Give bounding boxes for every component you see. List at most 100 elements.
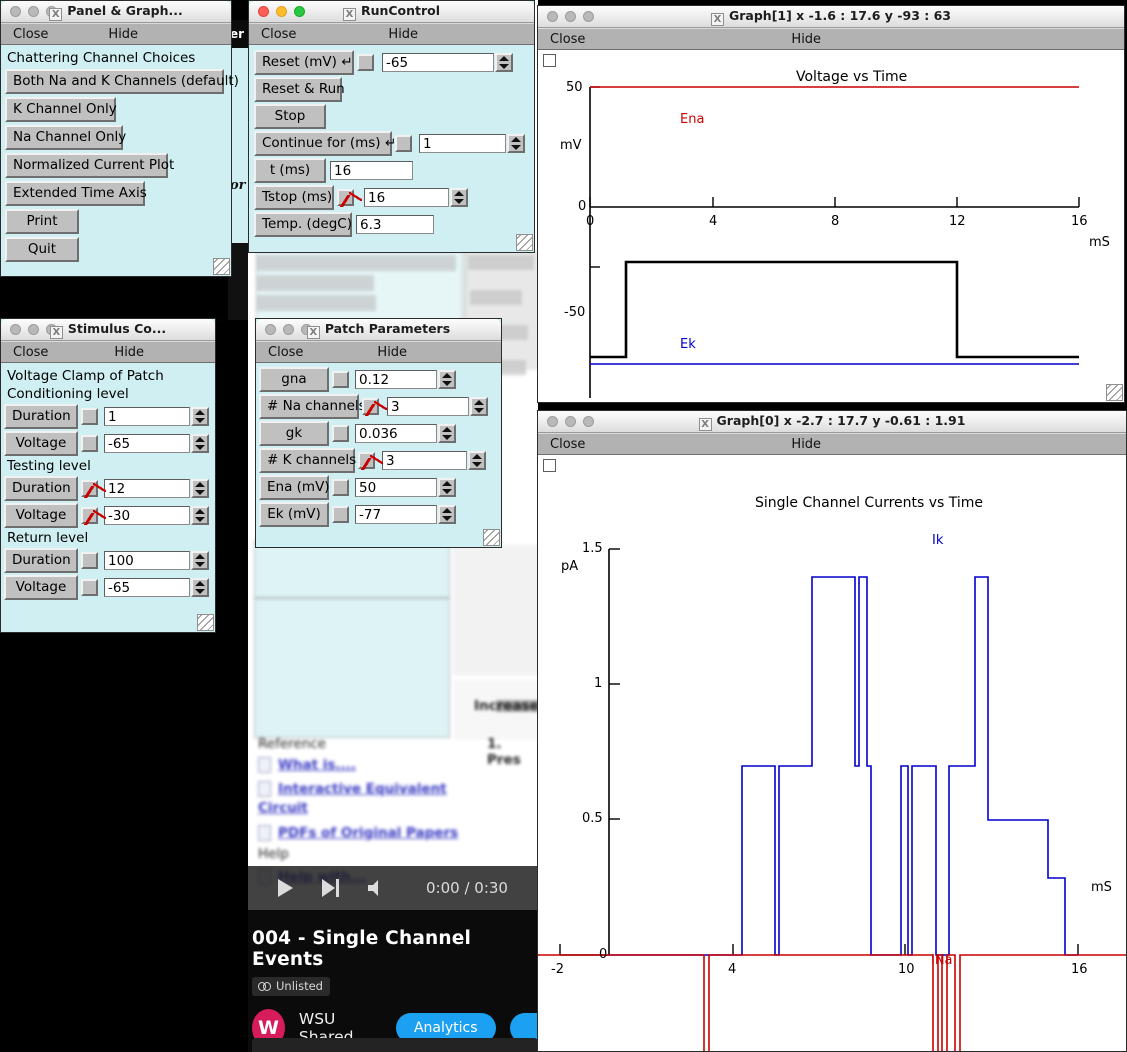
button-ena[interactable]: Ena (mV): [259, 475, 330, 500]
checkbox-tstop[interactable]: [337, 189, 362, 207]
zoom-dot[interactable]: [294, 6, 305, 17]
button-conditioning-duration[interactable]: Duration: [4, 404, 78, 429]
patch-parameters-window[interactable]: X Patch Parameters Close Hide gna 0.12 # …: [255, 318, 502, 548]
patch-menubar[interactable]: Close Hide: [256, 341, 501, 363]
spinner-conditioning-duration[interactable]: [191, 407, 209, 426]
menu-close[interactable]: Close: [5, 27, 56, 42]
spinner-tstop[interactable]: [450, 188, 468, 207]
field-na-channels[interactable]: 3: [387, 397, 469, 416]
menu-close[interactable]: Close: [260, 345, 311, 360]
button-reset-mv[interactable]: Reset (mV) ↵: [254, 50, 354, 75]
menu-hide[interactable]: Hide: [369, 345, 415, 360]
button-stop[interactable]: Stop: [254, 104, 326, 129]
checkbox-na-channels[interactable]: [362, 398, 387, 416]
menu-close[interactable]: Close: [542, 32, 593, 47]
field-k-channels[interactable]: 3: [382, 451, 467, 470]
checkbox-testing-voltage[interactable]: [81, 507, 106, 525]
menu-hide[interactable]: Hide: [106, 345, 152, 360]
spinner-conditioning-voltage[interactable]: [191, 434, 209, 453]
field-continue-for[interactable]: 1: [419, 134, 506, 153]
menu-hide[interactable]: Hide: [100, 27, 146, 42]
zoom-dot[interactable]: [301, 324, 312, 335]
field-ena[interactable]: 50: [355, 478, 437, 497]
checkbox-ek[interactable]: [332, 506, 349, 523]
spinner-testing-voltage[interactable]: [191, 506, 209, 525]
close-dot[interactable]: [265, 324, 276, 335]
runcontrol-window[interactable]: X RunControl Close Hide Reset (mV) ↵ -65 …: [248, 0, 535, 253]
button-conditioning-voltage[interactable]: Voltage: [4, 431, 78, 456]
button-print[interactable]: Print: [5, 209, 79, 234]
field-conditioning-voltage[interactable]: -65: [104, 434, 190, 453]
resize-grip[interactable]: [483, 529, 500, 546]
button-tstop[interactable]: Tstop (ms): [254, 185, 334, 210]
field-conditioning-duration[interactable]: 1: [104, 407, 190, 426]
checkbox-continue-for[interactable]: [395, 135, 412, 152]
field-temp-degc[interactable]: 6.3: [356, 215, 434, 234]
minimize-dot[interactable]: [28, 6, 39, 17]
graph0-canvas[interactable]: Single Channel Currents vs Time Ik INa p…: [538, 455, 1126, 1051]
button-na-channel-only[interactable]: Na Channel Only: [5, 125, 126, 150]
graph1-window[interactable]: X Graph[1] x -1.6 : 17.6 y -93 : 63 Close…: [537, 5, 1125, 403]
resize-grip[interactable]: [516, 234, 533, 251]
play-icon[interactable]: [276, 878, 295, 898]
close-dot[interactable]: [547, 11, 558, 22]
field-gk[interactable]: 0.036: [355, 424, 437, 443]
runcontrol-menubar[interactable]: Close Hide: [249, 23, 534, 45]
button-gna[interactable]: gna: [259, 367, 329, 392]
video-controls[interactable]: 0:00 / 0:30: [248, 866, 538, 910]
button-na-channels[interactable]: # Na channels: [259, 394, 366, 419]
field-testing-duration[interactable]: 12: [104, 479, 190, 498]
checkbox-k-channels[interactable]: [358, 452, 383, 470]
stimulus-window[interactable]: X Stimulus Co... Close Hide Voltage Clamp…: [0, 318, 216, 633]
resize-grip[interactable]: [1106, 384, 1123, 401]
graph0-corner-marker[interactable]: [543, 459, 556, 472]
minimize-dot[interactable]: [276, 6, 287, 17]
button-normalized-current-plot[interactable]: Normalized Current Plot: [5, 153, 174, 178]
close-dot[interactable]: [10, 324, 21, 335]
spinner-testing-duration[interactable]: [191, 479, 209, 498]
field-ek[interactable]: -77: [355, 505, 437, 524]
minimize-dot[interactable]: [283, 324, 294, 335]
resize-grip[interactable]: [213, 258, 230, 275]
window-controls[interactable]: [1, 324, 57, 335]
window-controls[interactable]: [256, 324, 312, 335]
graph0-window[interactable]: X Graph[0] x -2.7 : 17.7 y -0.61 : 1.91 C…: [537, 410, 1127, 1052]
button-both-na-and-k[interactable]: Both Na and K Channels (default): [5, 69, 239, 94]
button-k-channel-only[interactable]: K Channel Only: [5, 97, 117, 122]
checkbox-return-voltage[interactable]: [81, 579, 98, 596]
window-controls[interactable]: [538, 11, 594, 22]
menu-hide[interactable]: Hide: [783, 437, 829, 452]
minimize-dot[interactable]: [565, 11, 576, 22]
graph1-titlebar[interactable]: X Graph[1] x -1.6 : 17.6 y -93 : 63: [538, 6, 1124, 28]
field-tstop[interactable]: 16: [364, 188, 449, 207]
zoom-dot[interactable]: [46, 324, 57, 335]
checkbox-ena[interactable]: [332, 479, 349, 496]
spinner-ek[interactable]: [438, 505, 456, 524]
runcontrol-titlebar[interactable]: X RunControl: [249, 1, 534, 23]
checkbox-reset-mv[interactable]: [357, 54, 374, 71]
spinner-gna[interactable]: [438, 370, 456, 389]
stimulus-menubar[interactable]: Close Hide: [1, 341, 215, 363]
volume-icon[interactable]: [366, 878, 386, 898]
checkbox-gk[interactable]: [332, 425, 349, 442]
menu-close[interactable]: Close: [542, 437, 593, 452]
spinner-continue-for[interactable]: [507, 134, 525, 153]
zoom-dot[interactable]: [46, 6, 57, 17]
zoom-dot[interactable]: [583, 416, 594, 427]
field-t-ms[interactable]: 16: [330, 161, 413, 180]
panel-graph-titlebar[interactable]: X Panel & Graph...: [1, 1, 231, 23]
spinner-return-voltage[interactable]: [191, 578, 209, 597]
spinner-k-channels[interactable]: [468, 451, 486, 470]
close-dot[interactable]: [547, 416, 558, 427]
spinner-ena[interactable]: [438, 478, 456, 497]
button-testing-voltage[interactable]: Voltage: [4, 503, 78, 528]
checkbox-conditioning-duration[interactable]: [81, 408, 98, 425]
button-extended-time-axis[interactable]: Extended Time Axis: [5, 181, 147, 206]
close-dot[interactable]: [10, 6, 21, 17]
window-controls[interactable]: [538, 416, 594, 427]
next-track-icon[interactable]: [321, 878, 340, 898]
panel-graph-window[interactable]: X Panel & Graph... Close Hide Chattering …: [0, 0, 239, 277]
menu-close[interactable]: Close: [5, 345, 56, 360]
field-testing-voltage[interactable]: -30: [104, 506, 190, 525]
zoom-dot[interactable]: [583, 11, 594, 22]
